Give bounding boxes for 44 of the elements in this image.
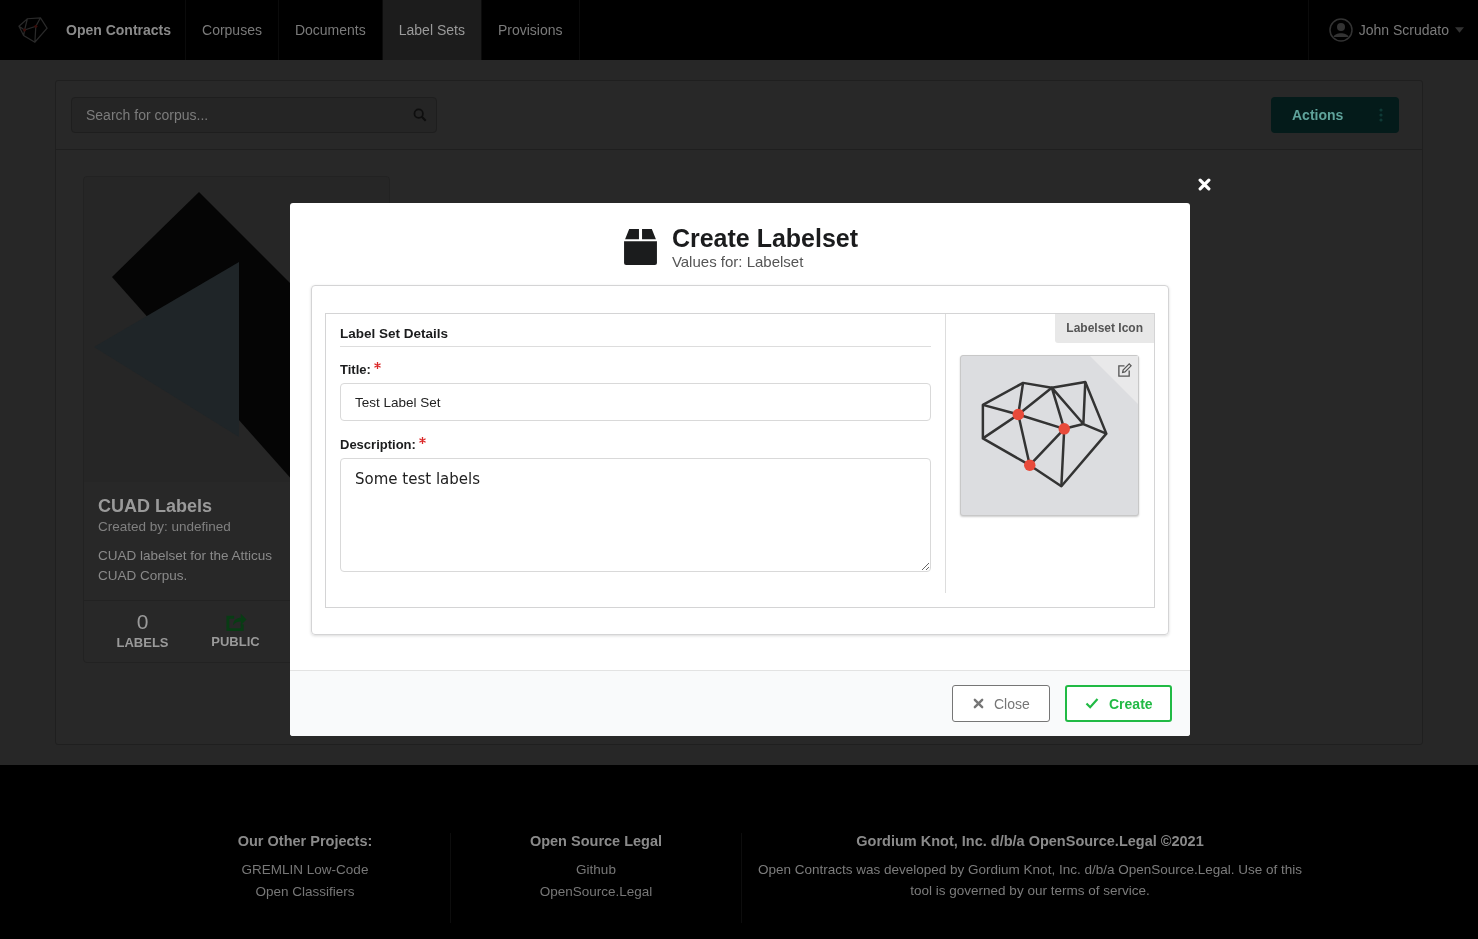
title-input[interactable]: Test Label Set [340, 383, 931, 421]
search-field[interactable]: Search for corpus... [71, 97, 437, 133]
footer-link[interactable]: Open Classifiers [255, 881, 355, 903]
node-dot [1023, 458, 1035, 471]
icon-preview[interactable] [960, 355, 1139, 516]
stat-value: 0 [136, 611, 149, 633]
box-icon [621, 227, 659, 265]
card-title: CUAD Labels [98, 496, 214, 517]
footer-link[interactable]: OpenSource.Legal [539, 881, 653, 903]
check-icon [1085, 698, 1099, 709]
stat-label: LABELS [116, 635, 169, 650]
nav-tab[interactable]: Corpuses [186, 0, 279, 60]
user-menu[interactable]: John Scrudato [1307, 0, 1478, 60]
footer-heading: Our Other Projects: [237, 833, 373, 849]
node-dot [1012, 408, 1024, 420]
card-description: CUAD labelset for the Atticus [98, 547, 274, 565]
close-icon [973, 698, 984, 709]
section-title: Label Set Details [340, 326, 931, 347]
close-button[interactable]: Close [952, 685, 1050, 722]
dialog-title: Create Labelset [671, 222, 859, 253]
user-avatar-icon [1328, 18, 1353, 42]
actions-button[interactable]: Actions [1271, 97, 1399, 133]
icon-label: Labelset Icon [1055, 314, 1154, 343]
node-dot [1058, 422, 1070, 435]
footer-link[interactable]: Github [576, 859, 616, 881]
footer-link[interactable]: GREMLIN Low-Code [241, 859, 369, 881]
stat-label: PUBLIC [211, 634, 260, 649]
close-icon[interactable] [1198, 178, 1213, 193]
nav-tab[interactable]: Documents [278, 0, 383, 60]
card-author: Created by: undefined [98, 519, 232, 534]
field-label: Title: [340, 362, 371, 377]
dialog-subtitle: Values for: Labelset [671, 252, 805, 270]
footer-heading: Gordium Knot, Inc. d/b/a OpenSource.Legal ©2021 [856, 833, 1204, 849]
card-description: CUAD Corpus. [98, 567, 189, 585]
search-icon [413, 108, 427, 122]
create-button[interactable]: Create [1065, 685, 1172, 722]
brand-name[interactable]: Open Contracts [66, 22, 171, 38]
nav-tab[interactable]: Provisions [481, 0, 580, 60]
edit-icon[interactable] [1117, 363, 1132, 378]
footer-heading: Open Source Legal [529, 833, 663, 849]
nav-tab[interactable]: Label Sets [382, 0, 482, 60]
caret-icon [1455, 27, 1464, 33]
footer-text: Open Contracts was developed by Gordium Knot, Inc. d/b/a OpenSource.Legal. Use of this tool is governed by our terms of service. [756, 861, 1304, 900]
description-textarea[interactable]: Some test labels [340, 458, 931, 572]
